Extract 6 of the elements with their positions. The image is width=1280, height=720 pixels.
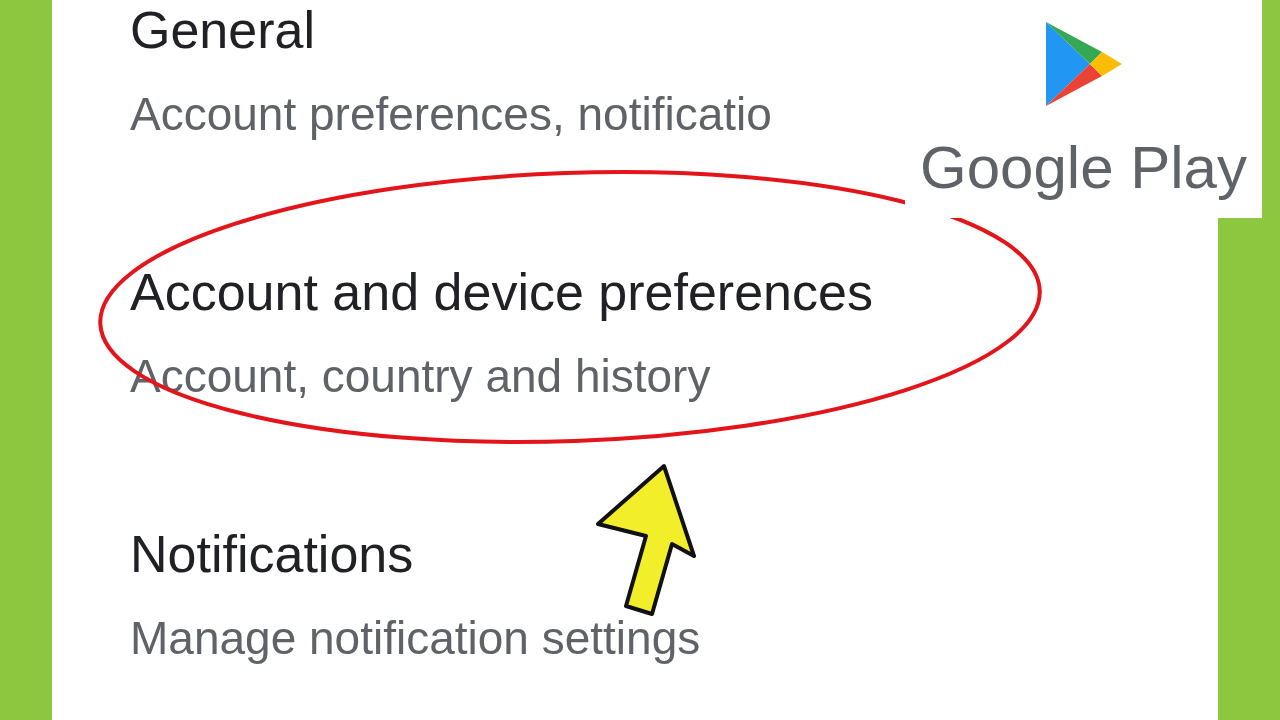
setting-title[interactable]: Notifications xyxy=(130,524,414,584)
setting-subtitle: Manage notification settings xyxy=(130,611,701,666)
setting-title[interactable]: General xyxy=(130,0,315,60)
logo-text: Google Play xyxy=(920,136,1247,200)
setting-title[interactable]: Account and device preferences xyxy=(130,262,873,322)
setting-subtitle: Account preferences, notificatio xyxy=(130,87,772,142)
